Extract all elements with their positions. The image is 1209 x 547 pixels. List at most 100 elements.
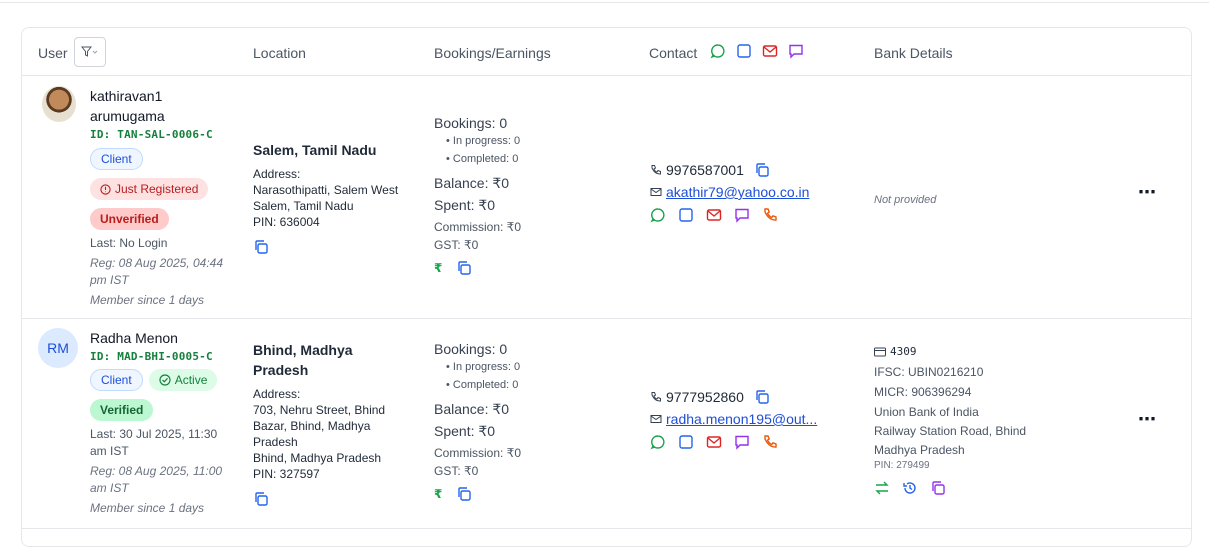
registered-date: Reg: 08 Aug 2025, 11:00 am IST [90, 464, 223, 495]
bookings-in-progress: • In progress: 0 [446, 135, 521, 147]
bank-not-provided: Not provided [874, 194, 937, 206]
more-actions-button[interactable]: ⋯ [1138, 409, 1157, 430]
commission: Commission: ₹0 [434, 446, 521, 460]
header-location: Location [253, 45, 306, 61]
bookings-count: Bookings: 0 [434, 115, 508, 131]
location-cell: Salem, Tamil Nadu Address: Narasothipatt… [253, 140, 403, 255]
copy-icon[interactable] [253, 239, 403, 255]
copy-icon[interactable] [754, 162, 770, 178]
user-id: ID: TAN-SAL-0006-C [90, 128, 213, 141]
chat-icon[interactable] [734, 207, 750, 223]
table-row: RM Radha Menon ID: MAD-BHI-0005-C Client… [22, 319, 1191, 529]
address-line: Bhind, Madhya Pradesh [253, 451, 382, 465]
bank-micr: MICR: 906396294 [874, 385, 972, 399]
verification-badge: Verified [90, 399, 154, 421]
mail-icon [650, 415, 662, 423]
header-bookings: Bookings/Earnings [434, 45, 551, 61]
bookings-cell: Bookings: 0 • In progress: 0 • Completed… [434, 114, 614, 276]
rupee-icon[interactable]: ₹ [434, 487, 442, 501]
bookings-completed: • Completed: 0 [446, 153, 519, 165]
copy-icon[interactable] [456, 260, 472, 276]
filter-button[interactable] [74, 37, 106, 67]
header-contact: Contact [649, 45, 698, 61]
sms-icon[interactable] [736, 43, 752, 59]
table-header: User Location Bookings/Earnings Contact … [22, 28, 1191, 76]
email-icon[interactable] [706, 434, 722, 450]
whatsapp-icon[interactable] [650, 207, 666, 223]
bookings-cell: Bookings: 0 • In progress: 0 • Completed… [434, 340, 614, 502]
header-bank: Bank Details [874, 45, 953, 61]
sms-icon[interactable] [678, 434, 694, 450]
user-name: Radha Menon [90, 330, 178, 346]
role-badge: Client [90, 369, 143, 391]
email-address: akathir79@yahoo.co.in [666, 184, 810, 200]
status-badge: Just Registered [90, 178, 209, 200]
last-login: Last: 30 Jul 2025, 11:30 am IST [90, 427, 218, 458]
transfer-icon[interactable] [874, 480, 890, 496]
email-link[interactable]: radha.menon195@out... [650, 411, 850, 427]
spent: Spent: ₹0 [434, 197, 496, 213]
header-contact-icons [710, 43, 804, 59]
email-icon[interactable] [706, 207, 722, 223]
bookings-completed: • Completed: 0 [446, 379, 519, 391]
users-table: User Location Bookings/Earnings Contact … [21, 27, 1192, 547]
check-circle-icon [159, 374, 171, 386]
phone-icon [651, 165, 661, 175]
more-actions-button[interactable]: ⋯ [1138, 182, 1157, 203]
gst: GST: ₹0 [434, 238, 479, 252]
location-title: Bhind, Madhya Pradesh [253, 342, 353, 378]
email-address: radha.menon195@out... [666, 411, 818, 427]
copy-icon[interactable] [456, 486, 472, 502]
credit-card-icon [874, 347, 886, 357]
gst: GST: ₹0 [434, 464, 479, 478]
chat-icon[interactable] [788, 43, 804, 59]
status-label: Just Registered [115, 182, 199, 196]
address-label: Address: [253, 167, 301, 181]
user-name: kathiravan1 [90, 88, 163, 104]
whatsapp-icon[interactable] [710, 43, 726, 59]
history-icon[interactable] [902, 480, 918, 496]
member-since: Member since 1 days [90, 501, 205, 515]
phone-number: 9976587001 [666, 162, 744, 178]
call-icon[interactable] [762, 207, 778, 223]
email-icon[interactable] [762, 43, 778, 59]
spent: Spent: ₹0 [434, 423, 496, 439]
status-badge: Active [148, 369, 218, 391]
location-title: Salem, Tamil Nadu [253, 142, 377, 158]
chat-icon[interactable] [734, 434, 750, 450]
balance: Balance: ₹0 [434, 175, 510, 191]
address-pin: PIN: 327597 [253, 467, 320, 481]
copy-icon[interactable] [253, 491, 393, 507]
bank-pin: PIN: 279499 [874, 460, 930, 471]
balance: Balance: ₹0 [434, 401, 510, 417]
bank-name: Union Bank of India [874, 405, 979, 419]
user-surname: arumugama [90, 108, 165, 124]
address-line: Narasothipatti, Salem West [253, 183, 399, 197]
bookings-count: Bookings: 0 [434, 341, 508, 357]
user-cell: kathiravan1 arumugama ID: TAN-SAL-0006-C… [90, 86, 240, 309]
avatar: RM [38, 328, 78, 368]
call-icon[interactable] [762, 434, 778, 450]
registered-date: Reg: 08 Aug 2025, 04:44 pm IST [90, 256, 223, 287]
bookings-in-progress: • In progress: 0 [446, 361, 521, 373]
phone-number: 9777952860 [666, 389, 744, 405]
copy-icon[interactable] [754, 389, 770, 405]
email-link[interactable]: akathir79@yahoo.co.in [650, 184, 850, 200]
address-line: Salem, Tamil Nadu [253, 199, 354, 213]
contact-cell: 9777952860 radha.menon195@out... [650, 389, 850, 450]
last-login: Last: No Login [90, 236, 168, 250]
whatsapp-icon[interactable] [650, 434, 666, 450]
sms-icon[interactable] [678, 207, 694, 223]
verification-badge: Unverified [90, 208, 169, 230]
address-line: 703, Nehru Street, Bhind Bazar, Bhind, M… [253, 403, 386, 449]
mail-icon [650, 188, 662, 196]
bank-ifsc: IFSC: UBIN0216210 [874, 365, 984, 379]
address-pin: PIN: 636004 [253, 215, 320, 229]
user-id: ID: MAD-BHI-0005-C [90, 350, 213, 363]
copy-icon[interactable] [930, 480, 946, 496]
contact-cell: 9976587001 akathir79@yahoo.co.in [650, 162, 850, 223]
address-label: Address: [253, 387, 301, 401]
commission: Commission: ₹0 [434, 220, 521, 234]
rupee-icon[interactable]: ₹ [434, 261, 442, 275]
bank-cell: 4309 IFSC: UBIN0216210 MICR: 906396294 U… [874, 342, 1044, 496]
